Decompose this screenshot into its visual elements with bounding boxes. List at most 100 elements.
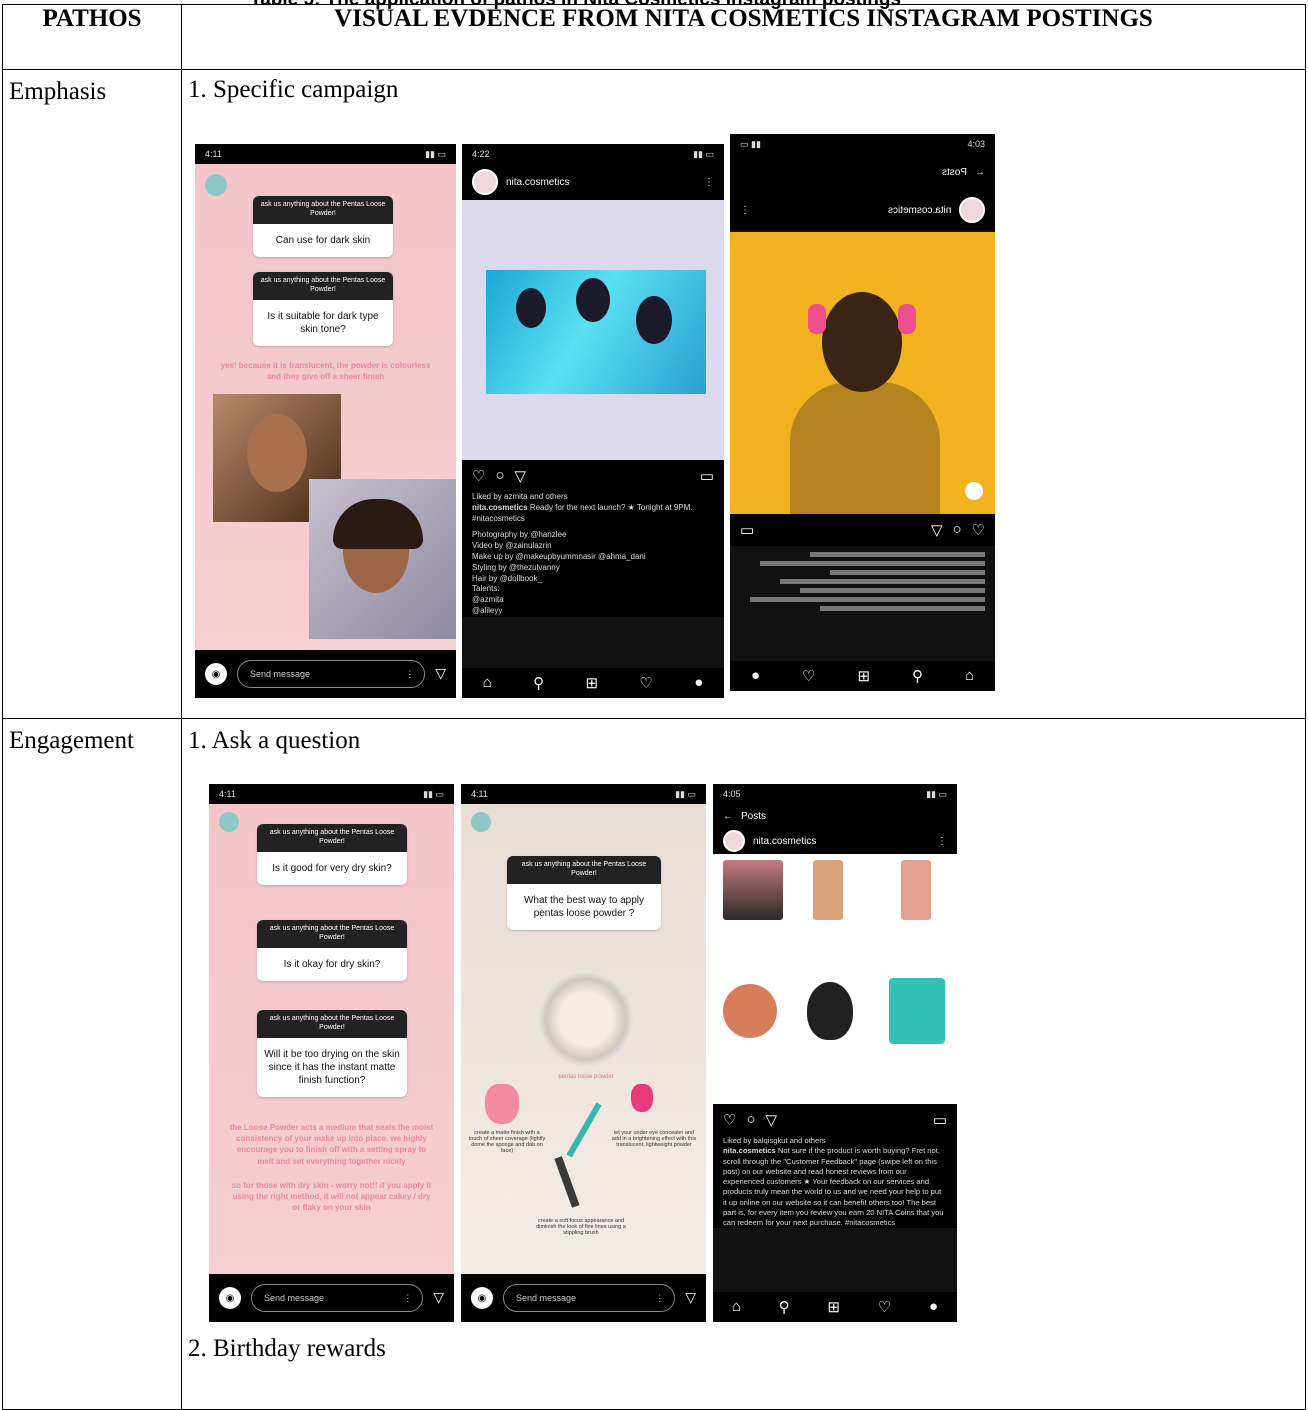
- send-icon[interactable]: ▽: [685, 1290, 696, 1307]
- screenshot-mirrored-post: ▭ ▮▮ 4:03 Posts → ⋮ nita.cosmetics ▭ ▽ ○…: [730, 134, 995, 691]
- message-bar: ◉ Send message ⋮ ▽: [209, 1274, 454, 1322]
- heart-icon[interactable]: ♡: [972, 521, 985, 540]
- more-icon[interactable]: ⋮: [740, 205, 750, 216]
- screenshot-product-post: 4:05 ▮▮ ▭ ← Posts nita.cosmetics ⋮ ♡ ○ ▽…: [713, 784, 957, 1322]
- message-bar: ◉ Send message ⋮ ▽: [461, 1274, 706, 1322]
- message-bar: ◉ Send message ⋮ ▽: [195, 650, 456, 698]
- video-frame: [462, 200, 724, 460]
- item-heading: 1. Specific campaign: [188, 76, 399, 103]
- status-bar: ▭ ▮▮ 4:03: [730, 134, 995, 154]
- answer-text: so for those with dry skin - worry not!!…: [231, 1181, 432, 1213]
- answer-text: yes! because it is translucent, the powd…: [220, 361, 431, 382]
- mirrored-caption: [730, 546, 995, 617]
- evidence-cell: 1. Ask a question 4:11 ▮▮ ▭ ask us anythi…: [181, 718, 1306, 1410]
- add-icon[interactable]: ⊞: [827, 1298, 840, 1317]
- account-name[interactable]: nita.cosmetics: [888, 205, 951, 216]
- camera-icon[interactable]: [965, 482, 983, 500]
- send-message-input[interactable]: Send message ⋮: [251, 1284, 424, 1312]
- back-header: ← Posts: [713, 804, 957, 828]
- screenshot-story-qna: 4:11 ▮▮ ▭ ask us anything about the Penta…: [195, 144, 456, 698]
- row-label: Emphasis: [9, 78, 107, 105]
- status-bar: 4:05 ▮▮ ▭: [713, 784, 957, 804]
- search-icon[interactable]: ⚲: [912, 667, 923, 686]
- add-icon[interactable]: ⊞: [585, 674, 598, 693]
- avatar: [472, 169, 498, 195]
- question-box: ask us anything about the Pentas Loose P…: [253, 196, 393, 257]
- camera-icon[interactable]: ◉: [471, 1287, 493, 1309]
- bookmark-icon[interactable]: ▭: [740, 521, 754, 540]
- avatar: [205, 174, 227, 196]
- question-box: ask us anything about the Pentas Loose P…: [253, 272, 393, 346]
- profile-icon[interactable]: ●: [751, 668, 760, 685]
- send-icon[interactable]: ▽: [433, 1290, 444, 1307]
- send-message-input[interactable]: Send message ⋮: [503, 1284, 676, 1312]
- heart-icon[interactable]: ♡: [472, 467, 485, 486]
- search-icon[interactable]: ⚲: [779, 1298, 790, 1317]
- send-icon[interactable]: ▽: [435, 666, 446, 683]
- back-header: Posts →: [730, 154, 995, 190]
- item-heading: 1. Ask a question: [188, 727, 361, 754]
- status-bar: 4:22 ▮▮ ▭: [462, 144, 724, 164]
- back-arrow-icon[interactable]: →: [975, 167, 985, 178]
- tip-text: let your under eye concealer and add in …: [611, 1130, 697, 1148]
- add-icon[interactable]: ⊞: [857, 667, 870, 686]
- heart-icon[interactable]: ♡: [639, 674, 652, 693]
- camera-icon[interactable]: ◉: [205, 663, 227, 685]
- heart-icon[interactable]: ♡: [802, 667, 815, 686]
- post-header: nita.cosmetics ⋮: [713, 828, 957, 854]
- question-box: ask us anything about the Pentas Loose P…: [507, 856, 661, 930]
- question-box: ask us anything about the Pentas Loose P…: [257, 920, 407, 981]
- screenshot-video-post: 4:22 ▮▮ ▭ nita.cosmetics ⋮ ♡ ○ ▽ ▭ Liked…: [462, 144, 724, 698]
- home-icon[interactable]: ⌂: [483, 675, 492, 692]
- profile-icon[interactable]: ●: [929, 1299, 938, 1316]
- header-pathos: PATHOS: [2, 4, 182, 70]
- bottom-nav: ⌂ ⚲ ⊞ ♡ ●: [462, 668, 724, 698]
- screenshot-story-qna: 4:11 ▮▮ ▭ ask us anything about the Penta…: [209, 784, 454, 1322]
- comment-icon[interactable]: ○: [495, 468, 504, 485]
- comment-icon[interactable]: ○: [746, 1112, 755, 1129]
- share-icon[interactable]: ▽: [766, 1111, 778, 1130]
- heart-icon[interactable]: ♡: [878, 1298, 891, 1317]
- more-icon[interactable]: ⋮: [704, 177, 714, 188]
- row-emphasis: Emphasis 1. Specific campaign 4:11 ▮▮ ▭ a…: [2, 69, 1306, 719]
- status-bar: 4:11 ▮▮ ▭: [461, 784, 706, 804]
- header-visual-evidence: VISUAL EVDENCE FROM NITA COSMETICS INSTA…: [181, 4, 1306, 70]
- home-icon[interactable]: ⌂: [965, 668, 974, 685]
- answer-text: the Loose Powder acts a medium that seal…: [229, 1123, 434, 1166]
- row-engagement: Engagement 1. Ask a question 4:11 ▮▮ ▭ as…: [2, 718, 1306, 1410]
- account-name[interactable]: nita.cosmetics: [506, 177, 569, 188]
- bookmark-icon[interactable]: ▭: [933, 1111, 947, 1130]
- evidence-cell: 1. Specific campaign 4:11 ▮▮ ▭ ask us any…: [181, 69, 1306, 719]
- status-bar: 4:11 ▮▮ ▭: [209, 784, 454, 804]
- avatar: [723, 830, 745, 852]
- heart-icon[interactable]: ♡: [723, 1111, 736, 1130]
- share-icon[interactable]: ▽: [931, 521, 943, 540]
- bottom-nav: ⌂ ⚲ ⊞ ♡ ●: [713, 1292, 957, 1322]
- profile-icon[interactable]: ●: [694, 675, 703, 692]
- bookmark-icon[interactable]: ▭: [700, 467, 714, 486]
- post-caption: Liked by balqisgkut and others nita.cosm…: [713, 1136, 957, 1229]
- product-label: pentas loose powder: [558, 1074, 614, 1080]
- back-arrow-icon[interactable]: ←: [723, 811, 733, 822]
- posts-label: Posts: [741, 810, 767, 822]
- posts-label: Posts: [941, 166, 967, 178]
- camera-icon[interactable]: ◉: [219, 1287, 241, 1309]
- comment-icon[interactable]: ○: [952, 522, 961, 539]
- header-row: PATHOS VISUAL EVDENCE FROM NITA COSMETIC…: [2, 4, 1306, 70]
- account-name[interactable]: nita.cosmetics: [753, 836, 816, 847]
- status-bar: 4:11 ▮▮ ▭: [195, 144, 456, 164]
- home-icon[interactable]: ⌂: [732, 1299, 741, 1316]
- product-grid: [713, 854, 957, 1104]
- more-icon[interactable]: ⋮: [937, 836, 947, 847]
- tip-text: create a matte finish with a touch of sh…: [468, 1130, 546, 1154]
- avatar: [219, 812, 239, 832]
- send-message-input[interactable]: Send message ⋮: [237, 660, 426, 688]
- share-icon[interactable]: ▽: [515, 467, 527, 486]
- pathos-table: PATHOS VISUAL EVDENCE FROM NITA COSMETIC…: [2, 4, 1306, 1410]
- tip-text: create a soft focus appearance and dimin…: [536, 1218, 626, 1236]
- post-actions: ♡ ○ ▽ ▭: [462, 460, 724, 492]
- question-box: ask us anything about the Pentas Loose P…: [257, 824, 407, 885]
- post-actions: ▭ ▽ ○ ♡: [730, 514, 995, 546]
- search-icon[interactable]: ⚲: [533, 674, 544, 693]
- screenshot-story-tips: 4:11 ▮▮ ▭ ask us anything about the Penta…: [461, 784, 706, 1322]
